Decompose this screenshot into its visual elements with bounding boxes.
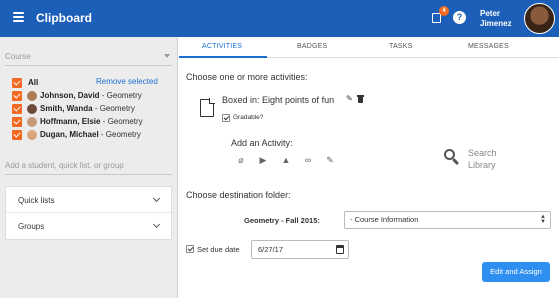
folder-select[interactable]: - Course Information ▲ ▼	[344, 211, 551, 229]
folder-course-label: Geometry - Fall 2015:	[244, 216, 320, 225]
activity-title: Boxed in: Eight points of fun	[222, 95, 335, 105]
groups-label: Groups	[18, 222, 45, 231]
folder-select-value: - Course Information	[350, 215, 419, 224]
student-name: Smith, Wanda	[40, 104, 93, 113]
tab-tasks[interactable]: TASKS	[389, 43, 412, 50]
set-due-date-label: Set due date	[197, 245, 240, 254]
quick-lists-label: Quick lists	[18, 196, 55, 205]
student-avatar	[27, 104, 37, 114]
help-icon[interactable]: ?	[453, 11, 466, 24]
google-drive-icon[interactable]: ▲	[281, 155, 291, 165]
course-select-placeholder: Course	[5, 52, 31, 61]
tab-badges[interactable]: BADGES	[297, 43, 327, 50]
groups-panel[interactable]: Groups	[6, 213, 171, 239]
student-checkbox[interactable]	[12, 130, 22, 140]
due-date-input[interactable]: 6/27/17	[251, 240, 349, 259]
set-due-date-checkbox[interactable]	[186, 245, 194, 253]
search-library-line1: Search	[468, 148, 497, 158]
sidebar-panels: Quick lists Groups	[5, 186, 172, 240]
gradable-label: Gradable?	[233, 114, 264, 121]
add-activity-label: Add an Activity:	[231, 138, 293, 148]
notifications-button[interactable]: 4	[431, 6, 449, 24]
link-icon[interactable]: ∞	[303, 155, 313, 165]
user-name[interactable]: Peter Jimenez	[480, 9, 520, 29]
tab-bar: ACTIVITIES BADGES TASKS MESSAGES	[179, 37, 559, 58]
search-library-link[interactable]: Search Library	[468, 147, 497, 171]
student-avatar	[27, 117, 37, 127]
tab-messages[interactable]: MESSAGES	[468, 43, 509, 50]
student-course: - Geometry	[99, 91, 142, 100]
student-course: - Geometry	[92, 104, 135, 113]
chevron-down-icon	[152, 194, 161, 203]
user-last-name: Jimenez	[480, 19, 512, 28]
active-tab-indicator	[179, 56, 267, 58]
due-date-value: 6/27/17	[258, 245, 284, 254]
top-bar: Clipboard 4 ? Peter Jimenez	[0, 0, 559, 37]
student-course: - Geometry	[100, 117, 143, 126]
student-checkbox[interactable]	[12, 104, 22, 114]
add-student-input[interactable]: Add a student, quick list, or group	[5, 161, 172, 175]
search-icon[interactable]	[444, 149, 460, 166]
student-avatar	[27, 91, 37, 101]
student-name: Dugan, Michael	[40, 130, 99, 139]
student-checkbox[interactable]	[12, 91, 22, 101]
pencil-icon[interactable]: ✎	[325, 155, 335, 165]
student-name: Johnson, David	[40, 91, 100, 100]
select-arrows-icon: ▲ ▼	[540, 214, 546, 225]
student-checkbox[interactable]	[12, 117, 22, 127]
quick-lists-panel[interactable]: Quick lists	[6, 187, 171, 213]
tab-activities[interactable]: ACTIVITIES	[202, 43, 242, 50]
remove-selected-link[interactable]: Remove selected	[96, 77, 158, 86]
search-library-line2: Library	[468, 160, 496, 170]
select-all-label: All	[28, 78, 39, 87]
user-avatar[interactable]	[524, 3, 555, 34]
hamburger-menu-icon[interactable]	[13, 12, 24, 22]
app-title: Clipboard	[36, 11, 92, 25]
notification-badge: 4	[439, 6, 449, 16]
choose-folder-heading: Choose destination folder:	[186, 190, 291, 200]
student-course: - Geometry	[98, 130, 141, 139]
paperclip-icon[interactable]: ⌀	[236, 155, 246, 165]
youtube-icon[interactable]: ▶	[258, 155, 268, 165]
course-select[interactable]: Course	[5, 52, 172, 66]
calendar-icon[interactable]	[336, 245, 344, 254]
choose-activities-heading: Choose one or more activities:	[186, 72, 308, 82]
select-all-checkbox[interactable]	[12, 78, 22, 88]
edit-icon[interactable]: ✎	[346, 95, 354, 103]
student-avatar	[27, 130, 37, 140]
student-name: Hoffmann, Elsie	[40, 117, 101, 126]
trash-icon[interactable]	[357, 95, 364, 103]
document-icon	[200, 98, 215, 117]
user-first-name: Peter	[480, 9, 501, 18]
edit-and-assign-button[interactable]: Edit and Assign	[482, 262, 550, 282]
chevron-down-icon	[152, 220, 161, 229]
sidebar: Course All Remove selected Johnson, Davi…	[0, 37, 178, 298]
caret-down-icon	[164, 54, 170, 58]
gradable-checkbox[interactable]	[222, 114, 230, 122]
